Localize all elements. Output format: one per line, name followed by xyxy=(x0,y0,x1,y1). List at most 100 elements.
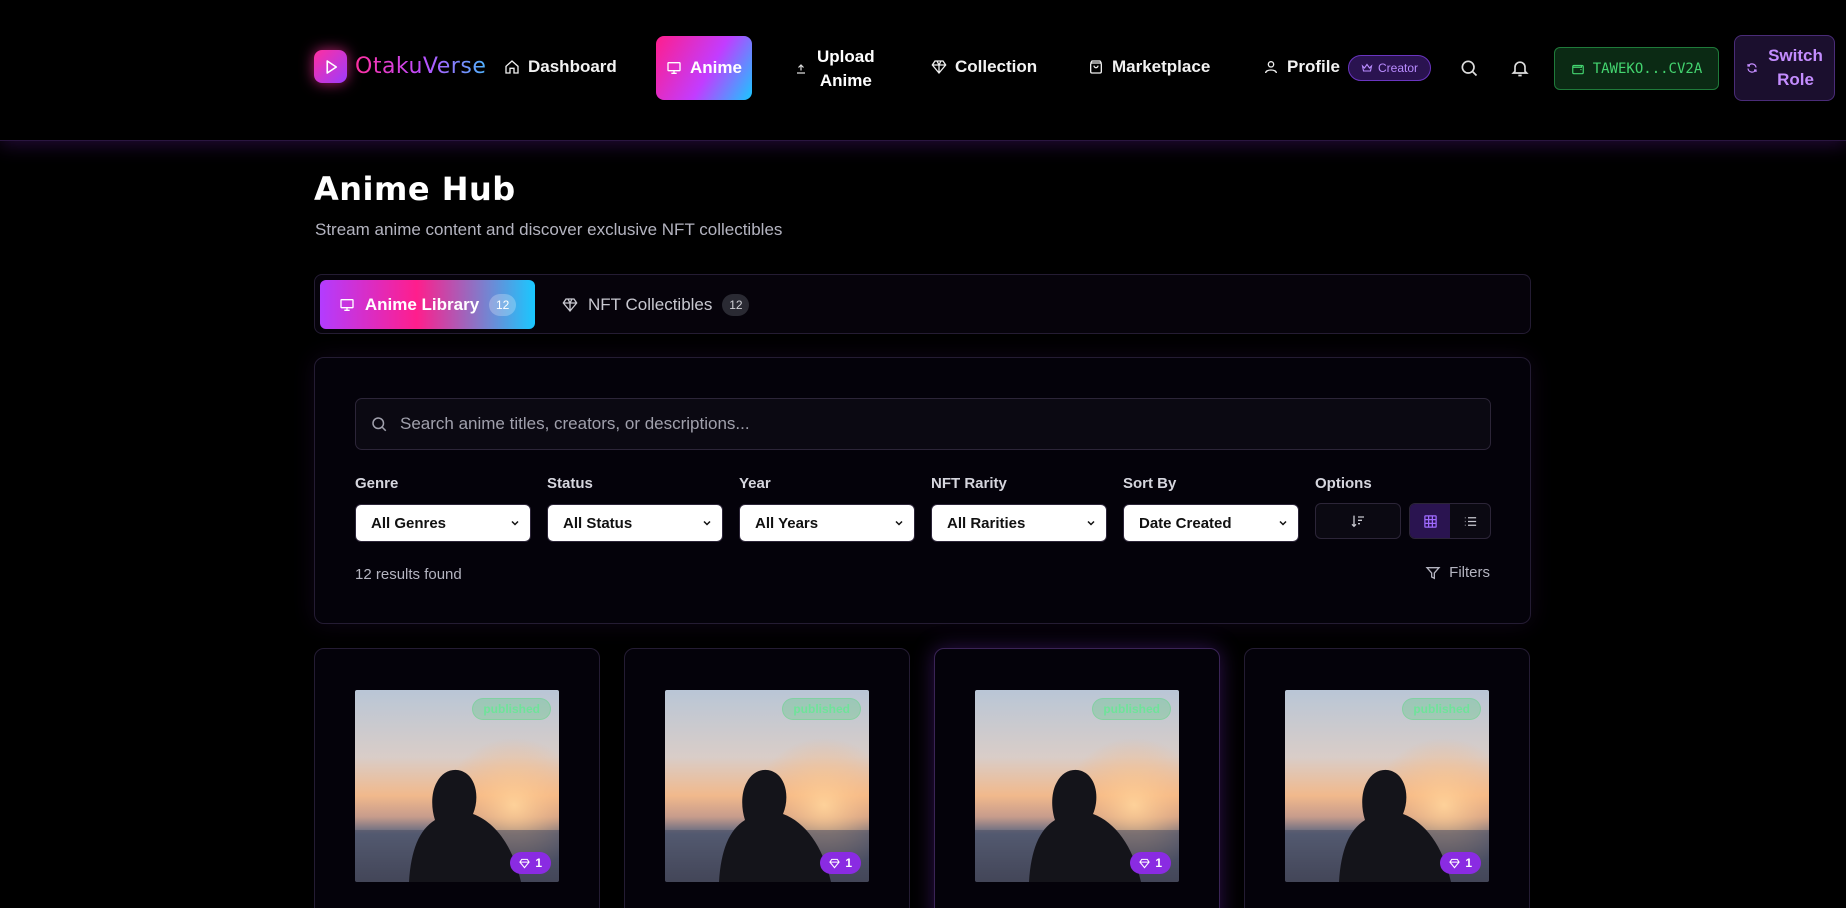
rarity-select[interactable]: All Rarities xyxy=(931,504,1107,542)
nav-profile-label: Profile xyxy=(1287,57,1340,76)
tab-anime-library-label: Anime Library xyxy=(364,294,480,314)
gem-icon xyxy=(562,297,578,312)
creator-badge-label: Creator xyxy=(1378,61,1419,75)
sort-select-value: Date Created xyxy=(1139,514,1232,532)
nft-count: 1 xyxy=(535,856,542,870)
brand-name: OtakuVerse xyxy=(355,54,487,79)
chevron-down-icon xyxy=(895,520,903,526)
creator-badge: Creator xyxy=(1348,55,1432,81)
nav-dashboard-label: Dashboard xyxy=(528,57,617,76)
nav-anime-label: Anime xyxy=(690,58,742,77)
genre-select-value: All Genres xyxy=(371,514,447,532)
nft-count: 1 xyxy=(845,856,852,870)
switch-role-line1: Switch xyxy=(1768,46,1823,65)
top-navbar: OtakuVerse Dashboard Anime Upload Anime … xyxy=(0,0,1846,141)
sort-select[interactable]: Date Created xyxy=(1123,504,1299,542)
view-toggle xyxy=(1409,503,1491,539)
tab-anime-library[interactable]: Anime Library 12 xyxy=(320,280,535,329)
genre-label: Genre xyxy=(355,475,399,492)
gem-icon xyxy=(931,60,947,75)
bell-icon xyxy=(1511,61,1529,77)
status-badge: published xyxy=(1092,698,1171,720)
search-icon xyxy=(1461,60,1478,77)
genre-select[interactable]: All Genres xyxy=(355,504,531,542)
anime-card[interactable]: published 1 xyxy=(934,648,1220,908)
chevron-down-icon xyxy=(1279,520,1287,526)
anime-card[interactable]: published 1 xyxy=(1244,648,1530,908)
status-select[interactable]: All Status xyxy=(547,504,723,542)
nft-count: 1 xyxy=(1155,856,1162,870)
switch-role-line2: Role xyxy=(1777,70,1814,89)
nav-upload-line2: Anime xyxy=(819,71,872,90)
year-select[interactable]: All Years xyxy=(739,504,915,542)
anime-thumbnail[interactable]: published 1 xyxy=(355,690,559,882)
gem-icon xyxy=(829,858,841,868)
home-icon xyxy=(505,60,519,74)
nft-count-badge: 1 xyxy=(1130,852,1171,874)
nav-marketplace-label: Marketplace xyxy=(1112,57,1211,76)
nav-dashboard[interactable]: Dashboard xyxy=(504,57,617,77)
monitor-icon xyxy=(667,62,681,74)
filter-icon xyxy=(1425,566,1441,579)
crown-icon xyxy=(1361,63,1373,72)
search-button[interactable] xyxy=(1457,56,1481,80)
nft-count-badge: 1 xyxy=(1440,852,1481,874)
chevron-down-icon xyxy=(511,520,519,526)
tab-nft-collectibles[interactable]: NFT Collectibles 12 xyxy=(562,280,750,329)
year-select-value: All Years xyxy=(755,514,819,532)
status-label: Status xyxy=(547,475,593,492)
list-icon xyxy=(1464,516,1476,526)
tab-anime-library-count: 12 xyxy=(489,293,517,316)
sort-descending-icon xyxy=(1351,515,1364,528)
anime-thumbnail[interactable]: published 1 xyxy=(1285,690,1489,882)
search-box[interactable] xyxy=(355,398,1491,450)
wallet-address: TAWEKO...CV2A xyxy=(1592,60,1703,77)
filter-panel: Genre All Genres Status All Status Year … xyxy=(314,357,1531,624)
anime-thumbnail[interactable]: published 1 xyxy=(665,690,869,882)
status-badge: published xyxy=(782,698,861,720)
refresh-icon xyxy=(1747,63,1757,73)
notifications-button[interactable] xyxy=(1508,56,1532,80)
chevron-down-icon xyxy=(1087,520,1095,526)
content-tabs: Anime Library 12 NFT Collectibles 12 xyxy=(314,274,1531,334)
shopping-bag-icon xyxy=(1090,60,1102,74)
nav-upload-line1: Upload xyxy=(817,47,875,66)
filters-button[interactable]: Filters xyxy=(1425,564,1490,581)
anime-card[interactable]: published 1 xyxy=(314,648,600,908)
nav-marketplace[interactable]: Marketplace xyxy=(1088,57,1210,77)
search-icon xyxy=(372,417,387,432)
upload-icon xyxy=(797,64,805,74)
nft-count-badge: 1 xyxy=(820,852,861,874)
search-input[interactable] xyxy=(400,414,1490,434)
nav-anime[interactable]: Anime xyxy=(656,36,752,100)
nft-count-badge: 1 xyxy=(510,852,551,874)
status-select-value: All Status xyxy=(563,514,633,532)
grid-icon xyxy=(1423,514,1437,528)
list-view-button[interactable] xyxy=(1450,504,1490,538)
anime-card[interactable]: published 1 xyxy=(624,648,910,908)
status-badge: published xyxy=(472,698,551,720)
rarity-select-value: All Rarities xyxy=(947,514,1026,532)
tab-nft-collectibles-label: NFT Collectibles xyxy=(588,294,713,314)
status-badge: published xyxy=(1402,698,1481,720)
gem-icon xyxy=(1449,858,1461,868)
nav-collection[interactable]: Collection xyxy=(931,57,1037,77)
wallet-address-button[interactable]: TAWEKO...CV2A xyxy=(1554,47,1719,90)
brand-logo[interactable]: OtakuVerse xyxy=(314,50,486,83)
nav-collection-label: Collection xyxy=(955,57,1038,76)
nav-upload-anime[interactable]: Upload Anime xyxy=(795,45,875,93)
gem-icon xyxy=(519,858,531,868)
nft-count: 1 xyxy=(1465,856,1472,870)
options-label: Options xyxy=(1315,475,1372,492)
rarity-label: NFT Rarity xyxy=(931,475,1007,492)
chevron-down-icon xyxy=(703,520,711,526)
wallet-icon xyxy=(1571,64,1584,74)
tab-nft-collectibles-count: 12 xyxy=(722,293,750,316)
filters-button-label: Filters xyxy=(1449,564,1490,581)
user-icon xyxy=(1265,60,1277,74)
anime-thumbnail[interactable]: published 1 xyxy=(975,690,1179,882)
nav-profile[interactable]: Profile xyxy=(1263,57,1340,77)
switch-role-button[interactable]: Switch Role xyxy=(1734,35,1835,101)
grid-view-button[interactable] xyxy=(1410,504,1450,538)
sort-direction-button[interactable] xyxy=(1315,503,1401,539)
